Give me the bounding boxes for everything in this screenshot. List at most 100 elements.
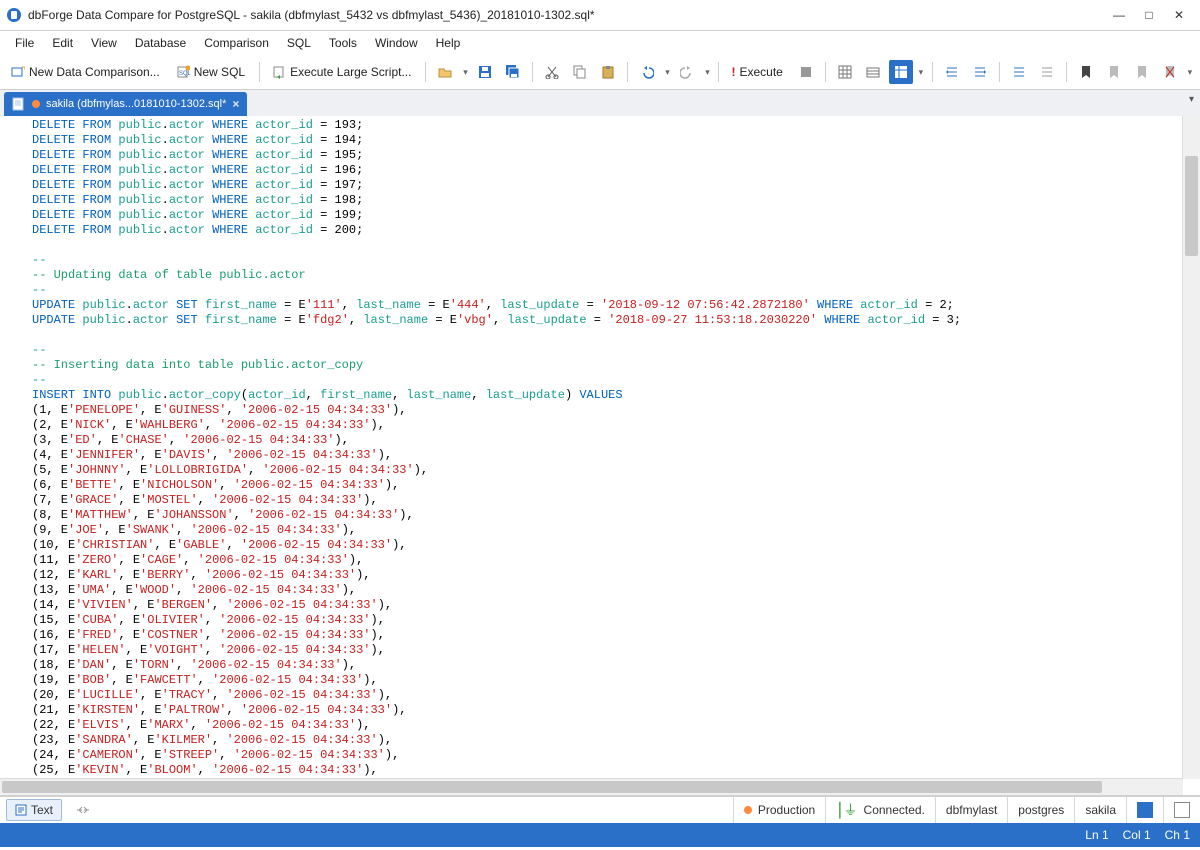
status-bar: Text Production ⎮⏚ Connected. dbfmylast … xyxy=(0,796,1200,823)
redo-icon xyxy=(680,65,694,79)
unsaved-indicator-icon xyxy=(32,100,40,108)
redo-dropdown[interactable]: ▾ xyxy=(703,61,711,83)
layout-filled-icon xyxy=(1137,802,1153,818)
split-tab-button[interactable] xyxy=(68,801,98,819)
save-button[interactable] xyxy=(473,60,497,84)
save-icon xyxy=(478,65,492,79)
comment-button[interactable] xyxy=(1007,60,1031,84)
menu-window[interactable]: Window xyxy=(366,31,427,55)
query-history-button[interactable] xyxy=(861,60,885,84)
toolbar-separator xyxy=(627,62,628,82)
scrollbar-thumb[interactable] xyxy=(1185,156,1198,256)
redo-button[interactable] xyxy=(675,60,699,84)
document-tab-label: sakila (dbfmylas...0181010-1302.sql* xyxy=(46,98,226,110)
new-comparison-icon xyxy=(11,65,25,79)
vertical-scrollbar[interactable] xyxy=(1182,116,1200,779)
comment-icon xyxy=(1012,65,1026,79)
toolbar-separator xyxy=(718,62,719,82)
menu-sql[interactable]: SQL xyxy=(278,31,320,55)
bookmark-prev-icon xyxy=(1108,65,1120,79)
stop-icon xyxy=(800,66,812,78)
cursor-col: Col 1 xyxy=(1123,828,1151,842)
cut-button[interactable] xyxy=(540,60,564,84)
menu-comparison[interactable]: Comparison xyxy=(195,31,278,55)
title-bar: dbForge Data Compare for PostgreSQL - sa… xyxy=(0,0,1200,31)
sql-editor[interactable]: DELETE FROM public.actor WHERE actor_id … xyxy=(32,116,1182,779)
menu-bar: File Edit View Database Comparison SQL T… xyxy=(0,31,1200,55)
execute-icon: ! xyxy=(731,65,735,79)
toolbar-separator xyxy=(425,62,426,82)
results-dropdown[interactable]: ▾ xyxy=(917,61,925,83)
uncomment-button[interactable] xyxy=(1035,60,1059,84)
copy-icon xyxy=(573,65,587,79)
new-data-comparison-button[interactable]: New Data Comparison... xyxy=(6,60,167,84)
footer-bar: Ln 1 Col 1 Ch 1 xyxy=(0,823,1200,847)
tab-list-dropdown[interactable]: ▾ xyxy=(1189,94,1194,105)
split-icon xyxy=(76,804,90,816)
text-icon xyxy=(15,804,27,816)
maximize-button[interactable]: □ xyxy=(1134,4,1164,26)
bookmark-clear-button[interactable] xyxy=(1158,60,1182,84)
sql-doc-icon xyxy=(12,97,26,111)
bookmark-icon xyxy=(1080,65,1092,79)
scrollbar-thumb[interactable] xyxy=(2,781,1102,793)
paste-button[interactable] xyxy=(596,60,620,84)
layout-empty-icon xyxy=(1174,802,1190,818)
outdent-button[interactable] xyxy=(968,60,992,84)
execute-button[interactable]: ! Execute xyxy=(726,60,789,84)
open-button[interactable] xyxy=(433,60,457,84)
text-tab-button[interactable]: Text xyxy=(6,799,62,821)
connected-icon: ⎮⏚ xyxy=(836,800,857,820)
document-tab[interactable]: sakila (dbfmylas...0181010-1302.sql* × xyxy=(4,92,247,116)
main-toolbar: New Data Comparison... SQL New SQL Execu… xyxy=(0,55,1200,90)
sql-editor-pane: DELETE FROM public.actor WHERE actor_id … xyxy=(0,116,1200,796)
user-status: postgres xyxy=(1007,797,1074,823)
toolbar-separator xyxy=(999,62,1000,82)
bookmark-next-button[interactable] xyxy=(1130,60,1154,84)
horizontal-scrollbar[interactable] xyxy=(0,778,1183,795)
db-status: sakila xyxy=(1074,797,1126,823)
save-all-icon xyxy=(506,65,520,79)
app-icon xyxy=(6,7,22,23)
menu-tools[interactable]: Tools xyxy=(320,31,366,55)
layout-toggle-empty[interactable] xyxy=(1163,797,1200,823)
cursor-line: Ln 1 xyxy=(1085,828,1108,842)
new-sql-icon: SQL xyxy=(176,65,190,79)
undo-button[interactable] xyxy=(635,60,659,84)
toolbar-separator xyxy=(825,62,826,82)
window-title: dbForge Data Compare for PostgreSQL - sa… xyxy=(28,8,595,22)
bookmark-prev-button[interactable] xyxy=(1102,60,1126,84)
script-icon xyxy=(272,65,286,79)
copy-button[interactable] xyxy=(568,60,592,84)
open-dropdown[interactable]: ▾ xyxy=(461,61,469,83)
cursor-ch: Ch 1 xyxy=(1165,828,1190,842)
minimize-button[interactable]: — xyxy=(1104,4,1134,26)
document-tab-bar: sakila (dbfmylas...0181010-1302.sql* × ▾ xyxy=(0,90,1200,116)
menu-edit[interactable]: Edit xyxy=(43,31,82,55)
outdent-icon xyxy=(973,65,987,79)
stop-button[interactable] xyxy=(794,60,818,84)
uncomment-icon xyxy=(1040,65,1054,79)
bookmark-toggle-button[interactable] xyxy=(1074,60,1098,84)
menu-database[interactable]: Database xyxy=(126,31,195,55)
results-grid-button[interactable] xyxy=(889,60,913,84)
undo-dropdown[interactable]: ▾ xyxy=(663,61,671,83)
execute-large-script-button[interactable]: Execute Large Script... xyxy=(267,60,418,84)
save-all-button[interactable] xyxy=(501,60,525,84)
indent-button[interactable] xyxy=(940,60,964,84)
menu-view[interactable]: View xyxy=(82,31,126,55)
indent-icon xyxy=(945,65,959,79)
bookmark-dropdown[interactable]: ▾ xyxy=(1186,61,1194,83)
bookmark-clear-icon xyxy=(1164,65,1176,79)
layout-toggle-filled[interactable] xyxy=(1126,797,1163,823)
close-button[interactable]: ✕ xyxy=(1164,4,1194,26)
query-builder-button[interactable] xyxy=(833,60,857,84)
menu-help[interactable]: Help xyxy=(427,31,470,55)
new-sql-button[interactable]: SQL New SQL xyxy=(171,60,252,84)
paste-icon xyxy=(601,65,615,79)
menu-file[interactable]: File xyxy=(6,31,43,55)
tab-close-button[interactable]: × xyxy=(232,97,239,111)
env-indicator-icon xyxy=(744,806,752,814)
undo-icon xyxy=(640,65,654,79)
cut-icon xyxy=(545,65,559,79)
